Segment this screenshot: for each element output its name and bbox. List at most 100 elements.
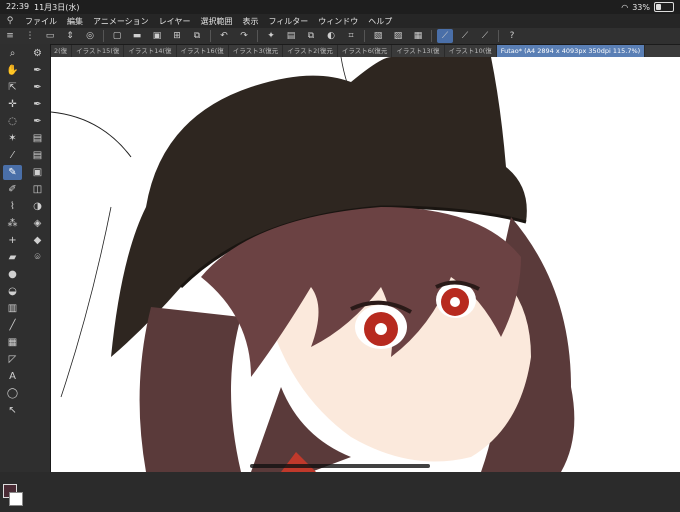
invert-selection-icon[interactable]: ▨ — [390, 29, 406, 43]
open-folder-icon[interactable]: ▬ — [129, 29, 145, 43]
ios-status-bar: 22:39 11月3日(水) ◠ 33% — [0, 0, 680, 14]
lasso-icon[interactable]: ◌ — [3, 114, 22, 129]
menu-animation[interactable]: アニメーション — [88, 16, 154, 27]
toolbar-divider — [257, 30, 258, 42]
smoothing-brush-icon[interactable]: ⟋ — [437, 29, 453, 43]
new-file-icon[interactable]: ▢ — [109, 29, 125, 43]
gpen-icon[interactable]: ✒ — [28, 63, 47, 78]
deselect-icon[interactable]: ▧ — [370, 29, 386, 43]
save-icon[interactable]: ▣ — [149, 29, 165, 43]
document-tab[interactable]: イラスト2(復元 — [283, 45, 338, 57]
correct-line-icon[interactable]: ↖ — [3, 403, 22, 418]
eraser-icon[interactable]: ▰ — [3, 250, 22, 265]
tool-property-icon[interactable]: ▭ — [42, 29, 58, 43]
document-tab[interactable]: イラスト14(復 — [124, 45, 177, 57]
clip-studio-icon[interactable]: ◎ — [82, 29, 98, 43]
toolbar-divider — [364, 30, 365, 42]
zoom-icon[interactable]: ⌕ — [3, 46, 22, 61]
document-tab[interactable]: イラスト10(復 — [445, 45, 497, 57]
menu-file[interactable]: ファイル — [20, 16, 62, 27]
illustration — [51, 57, 575, 472]
transform-icon[interactable]: ⌗ — [343, 29, 359, 43]
clear-icon[interactable]: ✦ — [263, 29, 279, 43]
menu-layer[interactable]: レイヤー — [154, 16, 196, 27]
ruler-icon[interactable]: ◸ — [3, 352, 22, 367]
select-all-icon[interactable]: ▦ — [410, 29, 426, 43]
layer-folder-icon[interactable]: ▤ — [28, 148, 47, 163]
mapping-pen-icon[interactable]: ✒ — [28, 80, 47, 95]
menu-toggle-icon[interactable]: ≡ — [2, 29, 18, 43]
grip-icon: ⋮ — [25, 31, 35, 41]
home-indicator — [250, 464, 430, 468]
pen-pressure-icon[interactable]: ◑ — [28, 199, 47, 214]
blend-icon[interactable]: ● — [3, 267, 22, 282]
toolbar-divider — [210, 30, 211, 42]
clip-studio-logo-icon[interactable]: ⚲ — [0, 16, 20, 26]
gradient-icon[interactable]: ▥ — [3, 301, 22, 316]
document-tab[interactable]: イラスト6(復元 — [338, 45, 393, 57]
operation-icon[interactable]: ⇱ — [3, 80, 22, 95]
airbrush-icon[interactable]: ⁂ — [3, 216, 22, 231]
menu-edit[interactable]: 編集 — [62, 16, 88, 27]
print-icon[interactable]: ⊞ — [169, 29, 185, 43]
stroke-brush-icon[interactable]: ⟋ — [477, 29, 493, 43]
color-indicator[interactable] — [3, 484, 23, 512]
turnip-pen-icon[interactable]: ✒ — [28, 114, 47, 129]
document-tab-bar: 2(復 イラスト15(復 イラスト14(復 イラスト16(復 イラスト3(復元 … — [50, 45, 680, 57]
tool-palette: ⌕ ✋ ⇱ ✛ ◌ ✶ ⁄ ✎ ✐ ⌇ ⁂ + ▰ ● ◒ ▥ ╱ ▦ ◸ A … — [0, 44, 25, 506]
layer-property-icon[interactable]: ▣ — [28, 165, 47, 180]
document-tab[interactable]: イラスト15(復 — [72, 45, 125, 57]
decoration-icon[interactable]: + — [3, 233, 22, 248]
menu-window[interactable]: ウィンドウ — [313, 16, 363, 27]
battery-percent: 33% — [632, 2, 650, 12]
document-tab[interactable]: イラスト3(復元 — [229, 45, 284, 57]
menu-view[interactable]: 表示 — [237, 16, 263, 27]
fill-icon[interactable]: ▤ — [283, 29, 299, 43]
move-icon[interactable]: ✛ — [3, 97, 22, 112]
wifi-icon: ◠ — [621, 2, 629, 12]
document-tab[interactable]: イラスト16(復 — [177, 45, 229, 57]
export-icon[interactable]: ⧉ — [189, 29, 205, 43]
settings-icon[interactable]: ⚙ — [28, 46, 47, 61]
command-bar: ≡ ⋮ ▭ ⇕ ◎ ▢ ▬ ▣ ⊞ ⧉ ↶ ↷ ✦ ▤ ⧉ ◐ ⌗ ▧ ▨ ▦ … — [0, 28, 680, 45]
undo-icon[interactable]: ↶ — [216, 29, 232, 43]
layer-icon[interactable]: ▤ — [28, 131, 47, 146]
menu-help[interactable]: ヘルプ — [363, 16, 397, 27]
status-time: 22:39 — [6, 2, 30, 11]
camera-icon[interactable]: ⌾ — [28, 250, 47, 265]
help-icon[interactable]: ? — [504, 29, 520, 43]
toolbar-divider — [103, 30, 104, 42]
sub-tool-palette: ⚙ ✒ ✒ ✒ ✒ ▤ ▤ ▣ ◫ ◑ ◈ ◆ ⌾ — [25, 44, 51, 472]
brush-icon[interactable]: ⌇ — [3, 199, 22, 214]
pencil-icon[interactable]: ✐ — [3, 182, 22, 197]
document-tab[interactable]: 2(復 — [50, 45, 73, 57]
toolbar-divider — [431, 30, 432, 42]
hand-icon[interactable]: ✋ — [3, 63, 22, 78]
drawing-canvas[interactable] — [51, 57, 680, 472]
battery-icon — [654, 2, 674, 12]
round-pen-icon[interactable]: ✒ — [28, 97, 47, 112]
menu-selection[interactable]: 選択範囲 — [195, 16, 237, 27]
pressure-brush-icon[interactable]: ⟋ — [457, 29, 473, 43]
document-tab-active[interactable]: Futao* (A4 2894 x 4093px 350dpi 115.7%) — [496, 45, 646, 57]
status-date: 11月3日(水) — [34, 3, 80, 12]
document-tab[interactable]: イラスト13(復 — [392, 45, 445, 57]
eyedropper-icon[interactable]: ⁄ — [3, 148, 22, 163]
frame-icon[interactable]: ▦ — [3, 335, 22, 350]
copy-icon[interactable]: ⧉ — [303, 29, 319, 43]
text-icon[interactable]: A — [3, 369, 22, 384]
fill-bucket-icon[interactable]: ◒ — [3, 284, 22, 299]
redo-icon[interactable]: ↷ — [236, 29, 252, 43]
menu-bar: ⚲ ファイル 編集 アニメーション レイヤー 選択範囲 表示 フィルター ウィン… — [0, 14, 680, 28]
paste-icon[interactable]: ◐ — [323, 29, 339, 43]
pen-icon[interactable]: ✎ — [3, 165, 22, 180]
sub-color-swatch[interactable] — [9, 492, 23, 506]
figure-icon[interactable]: ╱ — [3, 318, 22, 333]
navigator-icon[interactable]: ◫ — [28, 182, 47, 197]
material-icon[interactable]: ◆ — [28, 233, 47, 248]
magic-wand-icon[interactable]: ✶ — [3, 131, 22, 146]
stepper-icon[interactable]: ⇕ — [62, 29, 78, 43]
stack-icon[interactable]: ◈ — [28, 216, 47, 231]
menu-filter[interactable]: フィルター — [263, 16, 313, 27]
balloon-icon[interactable]: ◯ — [3, 386, 22, 401]
